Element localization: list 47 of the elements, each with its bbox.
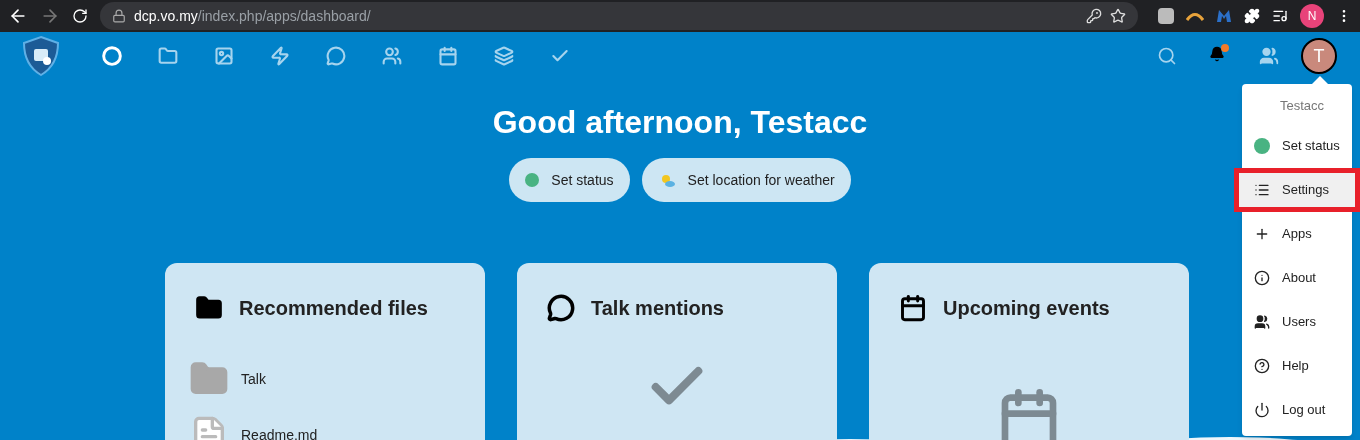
file-name[interactable]: Readme.md (241, 425, 318, 440)
weather-button[interactable]: Set location for weather (641, 158, 851, 202)
users-icon (1254, 314, 1270, 330)
menu-item[interactable]: Settings (1234, 168, 1360, 212)
menu-item[interactable]: Help (1242, 344, 1352, 388)
playlist-icon[interactable] (1272, 8, 1288, 24)
power-icon (1254, 402, 1270, 418)
address-bar[interactable]: dcp.vo.my/index.php/apps/dashboard/ (100, 2, 1138, 30)
url-host: dcp.vo.my (134, 6, 198, 26)
calendar-icon[interactable] (438, 46, 458, 66)
plus-icon (1254, 226, 1270, 242)
reload-icon[interactable] (72, 8, 88, 24)
key-icon[interactable] (1086, 8, 1102, 24)
dashboard-icon[interactable] (102, 46, 122, 66)
menu-item[interactable]: About (1242, 256, 1352, 300)
extension-icon[interactable] (1158, 8, 1174, 24)
menu-item[interactable]: Apps (1242, 212, 1352, 256)
info-icon (1254, 270, 1270, 286)
chat-icon[interactable] (326, 46, 346, 66)
stack-icon[interactable] (494, 46, 514, 66)
search-icon[interactable] (1157, 46, 1177, 66)
profile-avatar[interactable]: N (1300, 4, 1324, 28)
star-icon[interactable] (1110, 8, 1126, 24)
contacts-icon[interactable] (1259, 46, 1279, 66)
file-name[interactable]: Talk (241, 369, 266, 389)
menu-user-name: Testacc (1279, 97, 1326, 116)
panel-title: Recommended files (239, 296, 428, 321)
menu-item[interactable]: Set status (1242, 124, 1352, 168)
folder-icon (195, 294, 223, 322)
logo[interactable] (20, 35, 62, 77)
list-icon (1254, 182, 1270, 198)
chat-icon (547, 294, 575, 322)
panel-title: Upcoming events (943, 296, 1110, 321)
calendar-icon (899, 294, 927, 322)
lightning-icon[interactable] (270, 46, 290, 66)
status-button[interactable]: Set status (509, 158, 630, 202)
help-icon (1254, 358, 1270, 374)
panel-title: Talk mentions (591, 296, 724, 321)
users-icon[interactable] (382, 46, 402, 66)
image-icon[interactable] (214, 46, 234, 66)
lock-icon (112, 9, 126, 23)
folder-icon[interactable] (158, 46, 178, 66)
puzzle-icon[interactable] (1244, 8, 1260, 24)
greeting: Good afternoon, Testacc (492, 103, 868, 142)
menu-item[interactable]: Users (1242, 300, 1352, 344)
menu-item[interactable]: Log out (1242, 388, 1352, 432)
url-path: /index.php/apps/dashboard/ (197, 6, 371, 26)
